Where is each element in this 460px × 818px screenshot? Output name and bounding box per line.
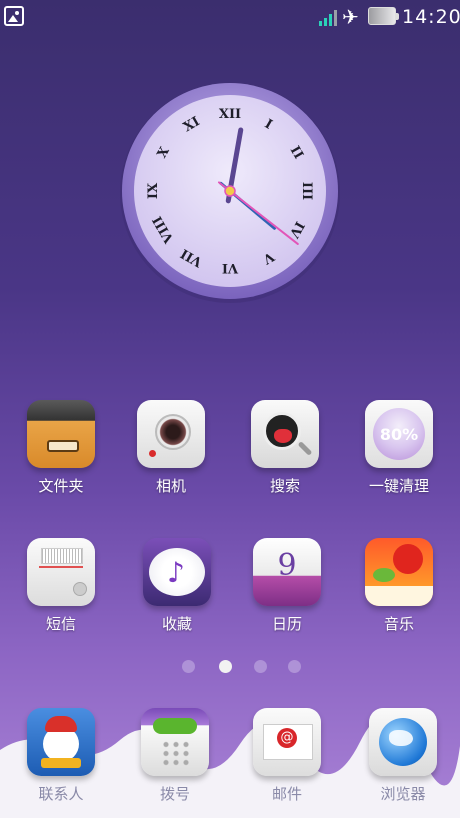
camera-icon [137, 400, 205, 468]
app-camera[interactable]: 相机 [126, 400, 216, 496]
app-label: 一键清理 [368, 477, 429, 495]
dialer-icon [141, 708, 209, 776]
app-label: 音乐 [383, 615, 414, 633]
dock-contacts[interactable]: 联系人 [16, 708, 106, 804]
page-dot[interactable] [182, 660, 195, 673]
app-music[interactable]: 音乐 [354, 538, 444, 634]
dock-dialer[interactable]: 拨号 [130, 708, 220, 804]
clock-numeral: XII [219, 107, 241, 122]
signal-icon [319, 10, 337, 26]
app-label: 日历 [271, 615, 302, 633]
app-search[interactable]: 搜索 [240, 400, 330, 496]
app-label: 邮件 [271, 785, 302, 803]
page-dot-active[interactable] [219, 660, 232, 673]
app-label: 文件夹 [38, 477, 84, 495]
clock-numeral: VI [222, 260, 239, 275]
dock: 联系人 拨号 @ 邮件 浏览器 [0, 700, 460, 818]
app-label: 拨号 [159, 785, 190, 803]
folder-icon [27, 400, 95, 468]
app-label: 浏览器 [380, 785, 426, 803]
app-folder[interactable]: 文件夹 [16, 400, 106, 496]
app-label: 收藏 [161, 615, 192, 633]
airplane-icon: ✈ [342, 5, 359, 29]
app-label: 相机 [155, 477, 186, 495]
analog-clock-widget[interactable]: XII I II III IV V VI VII VIII IX X XI [118, 82, 342, 304]
status-bar: ✈ 14:20 [0, 0, 460, 34]
gallery-icon[interactable] [4, 6, 24, 26]
contacts-icon [27, 708, 95, 776]
calendar-icon: 9 [253, 538, 321, 606]
browser-icon [369, 708, 437, 776]
favorites-icon: ♪ [143, 538, 211, 606]
clock-face: XIIIIIIIIIVVVIVIIVIIIIXXXI [120, 83, 340, 303]
battery-icon [368, 7, 399, 25]
clean-percent-badge: 80% [373, 408, 425, 460]
status-time: 14:20 [402, 6, 460, 28]
music-icon [365, 538, 433, 606]
clock-center-pin [224, 185, 236, 197]
clock-numeral: III [299, 182, 314, 200]
clock-numeral: IX [146, 182, 161, 199]
app-label: 联系人 [38, 785, 84, 803]
app-sms[interactable]: 短信 [16, 538, 106, 634]
page-dot[interactable] [288, 660, 301, 673]
app-calendar[interactable]: 9 日历 [242, 538, 332, 634]
clean-icon: 80% [365, 400, 433, 468]
app-one-key-clean[interactable]: 80% 一键清理 [354, 400, 444, 496]
mail-icon: @ [253, 708, 321, 776]
dock-mail[interactable]: @ 邮件 [242, 708, 332, 804]
app-label: 搜索 [269, 477, 300, 495]
dock-browser[interactable]: 浏览器 [358, 708, 448, 804]
page-indicator [178, 660, 308, 674]
calendar-day: 9 [277, 548, 297, 583]
app-label: 短信 [45, 615, 76, 633]
search-icon [251, 400, 319, 468]
page-dot[interactable] [254, 660, 267, 673]
app-favorites[interactable]: ♪ 收藏 [132, 538, 222, 634]
sms-icon [27, 538, 95, 606]
